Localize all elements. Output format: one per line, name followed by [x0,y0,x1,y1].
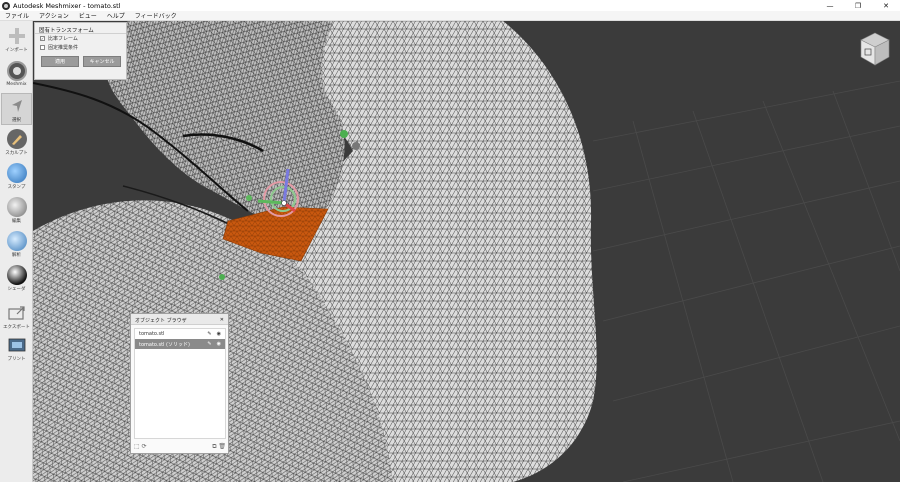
brush-icon [6,129,27,149]
option-fixed-condition-label: 固定推奨条件 [48,45,79,51]
select-label: 選択 [12,118,21,123]
meshmix-tool[interactable]: Meshmix [1,59,32,91]
export-tool[interactable]: エクスポート [1,301,32,333]
edit-label: 編集 [12,219,21,224]
title-bar: Autodesk Meshmixer - tomato.stl — ❐ ✕ [0,0,900,11]
eye-icon[interactable]: ◉ [217,341,221,347]
stamp-tool[interactable]: スタンプ [1,161,32,193]
import-label: インポート [5,48,28,53]
menu-help[interactable]: ヘルプ [102,11,130,20]
object-browser-title: オブジェクト ブラウザ [135,318,187,324]
apply-button[interactable]: 適用 [41,56,79,67]
object-list: tomato.stl ✎ ◉ tomato.stl (ソリッド) ✎ ◉ [134,328,226,439]
minimize-button[interactable]: — [816,0,844,11]
print-label: プリント [7,357,26,362]
cancel-button[interactable]: キャンセル [83,56,121,67]
option-fixed-condition[interactable]: 固定推奨条件 [35,43,126,52]
import-tool[interactable]: インポート [1,24,32,56]
export-icon [7,303,27,323]
duplicate-icon[interactable]: ⧉ 🗑 [212,443,226,451]
shaders-label: シェーダ [7,287,26,292]
edit-sphere-icon [6,197,27,217]
select-arrow-icon [7,96,27,116]
meshmixer-logo-icon [2,1,10,10]
checkbox-checked-icon[interactable]: ✓ [40,36,45,41]
window-controls: — ❐ ✕ [816,0,900,11]
eye-icon[interactable]: ◉ [217,331,221,337]
object-item-name: tomato.stl [139,331,165,337]
scene-marker [352,142,360,150]
shader-sphere-icon [6,265,27,285]
transform-panel: 固有トランスフォーム ✓ 比率フレーム 固定推奨条件 適用 キャンセル [34,22,127,80]
close-button[interactable]: ✕ [872,0,900,11]
analysis-label: 解析 [12,253,21,258]
option-ratio-frame[interactable]: ✓ 比率フレーム [35,34,126,43]
cube-icon[interactable]: ⬚ ⟳ [134,443,147,450]
print-icon [7,335,27,355]
object-item-selected[interactable]: tomato.stl (ソリッド) ✎ ◉ [135,339,225,349]
sculpt-tool[interactable]: スカルプト [1,127,32,159]
stamp-icon [6,163,27,183]
menu-file[interactable]: ファイル [0,11,34,20]
scene-marker [219,274,225,280]
close-icon[interactable]: ✕ [220,317,224,323]
meshmix-label: Meshmix [6,82,27,87]
ground-grid [592,80,900,482]
select-tool[interactable]: 選択 [1,93,32,125]
window-title: Autodesk Meshmixer - tomato.stl [13,1,121,10]
menu-feedback[interactable]: フィードバック [130,11,182,20]
stamp-label: スタンプ [7,185,26,190]
edit-tool[interactable]: 編集 [1,195,32,227]
analysis-tool[interactable]: 解析 [1,229,32,261]
view-cube[interactable] [859,31,891,67]
analysis-sphere-icon [6,231,27,251]
meshmix-icon [6,61,27,81]
checkbox-unchecked-icon[interactable] [40,45,45,50]
plus-icon [7,26,27,46]
object-browser-footer: ⬚ ⟳ ⧉ 🗑 [134,441,226,452]
edit-icon[interactable]: ✎ [207,331,211,337]
scene-marker [340,130,348,138]
menu-view[interactable]: ビュー [74,11,102,20]
edit-icon[interactable]: ✎ [207,341,211,347]
restore-button[interactable]: ❐ [844,0,872,11]
sculpt-label: スカルプト [5,151,28,156]
menu-action[interactable]: アクション [34,11,74,20]
menu-bar: ファイル アクション ビュー ヘルプ フィードバック [0,11,900,21]
object-item[interactable]: tomato.stl ✎ ◉ [135,329,225,339]
transform-panel-title: 固有トランスフォーム [35,23,126,34]
object-browser-header: オブジェクト ブラウザ ✕ [131,314,228,325]
shaders-tool[interactable]: シェーダ [1,263,32,295]
left-toolbar: インポート Meshmix 選択 スカルプト スタンプ 編集 解析 シェーダ エ… [0,21,33,482]
export-label: エクスポート [3,325,30,330]
option-ratio-frame-label: 比率フレーム [48,36,78,42]
object-browser: オブジェクト ブラウザ ✕ tomato.stl ✎ ◉ tomato.stl (… [130,313,229,454]
object-item-name: tomato.stl (ソリッド) [139,341,190,348]
print-tool[interactable]: プリント [1,333,32,365]
